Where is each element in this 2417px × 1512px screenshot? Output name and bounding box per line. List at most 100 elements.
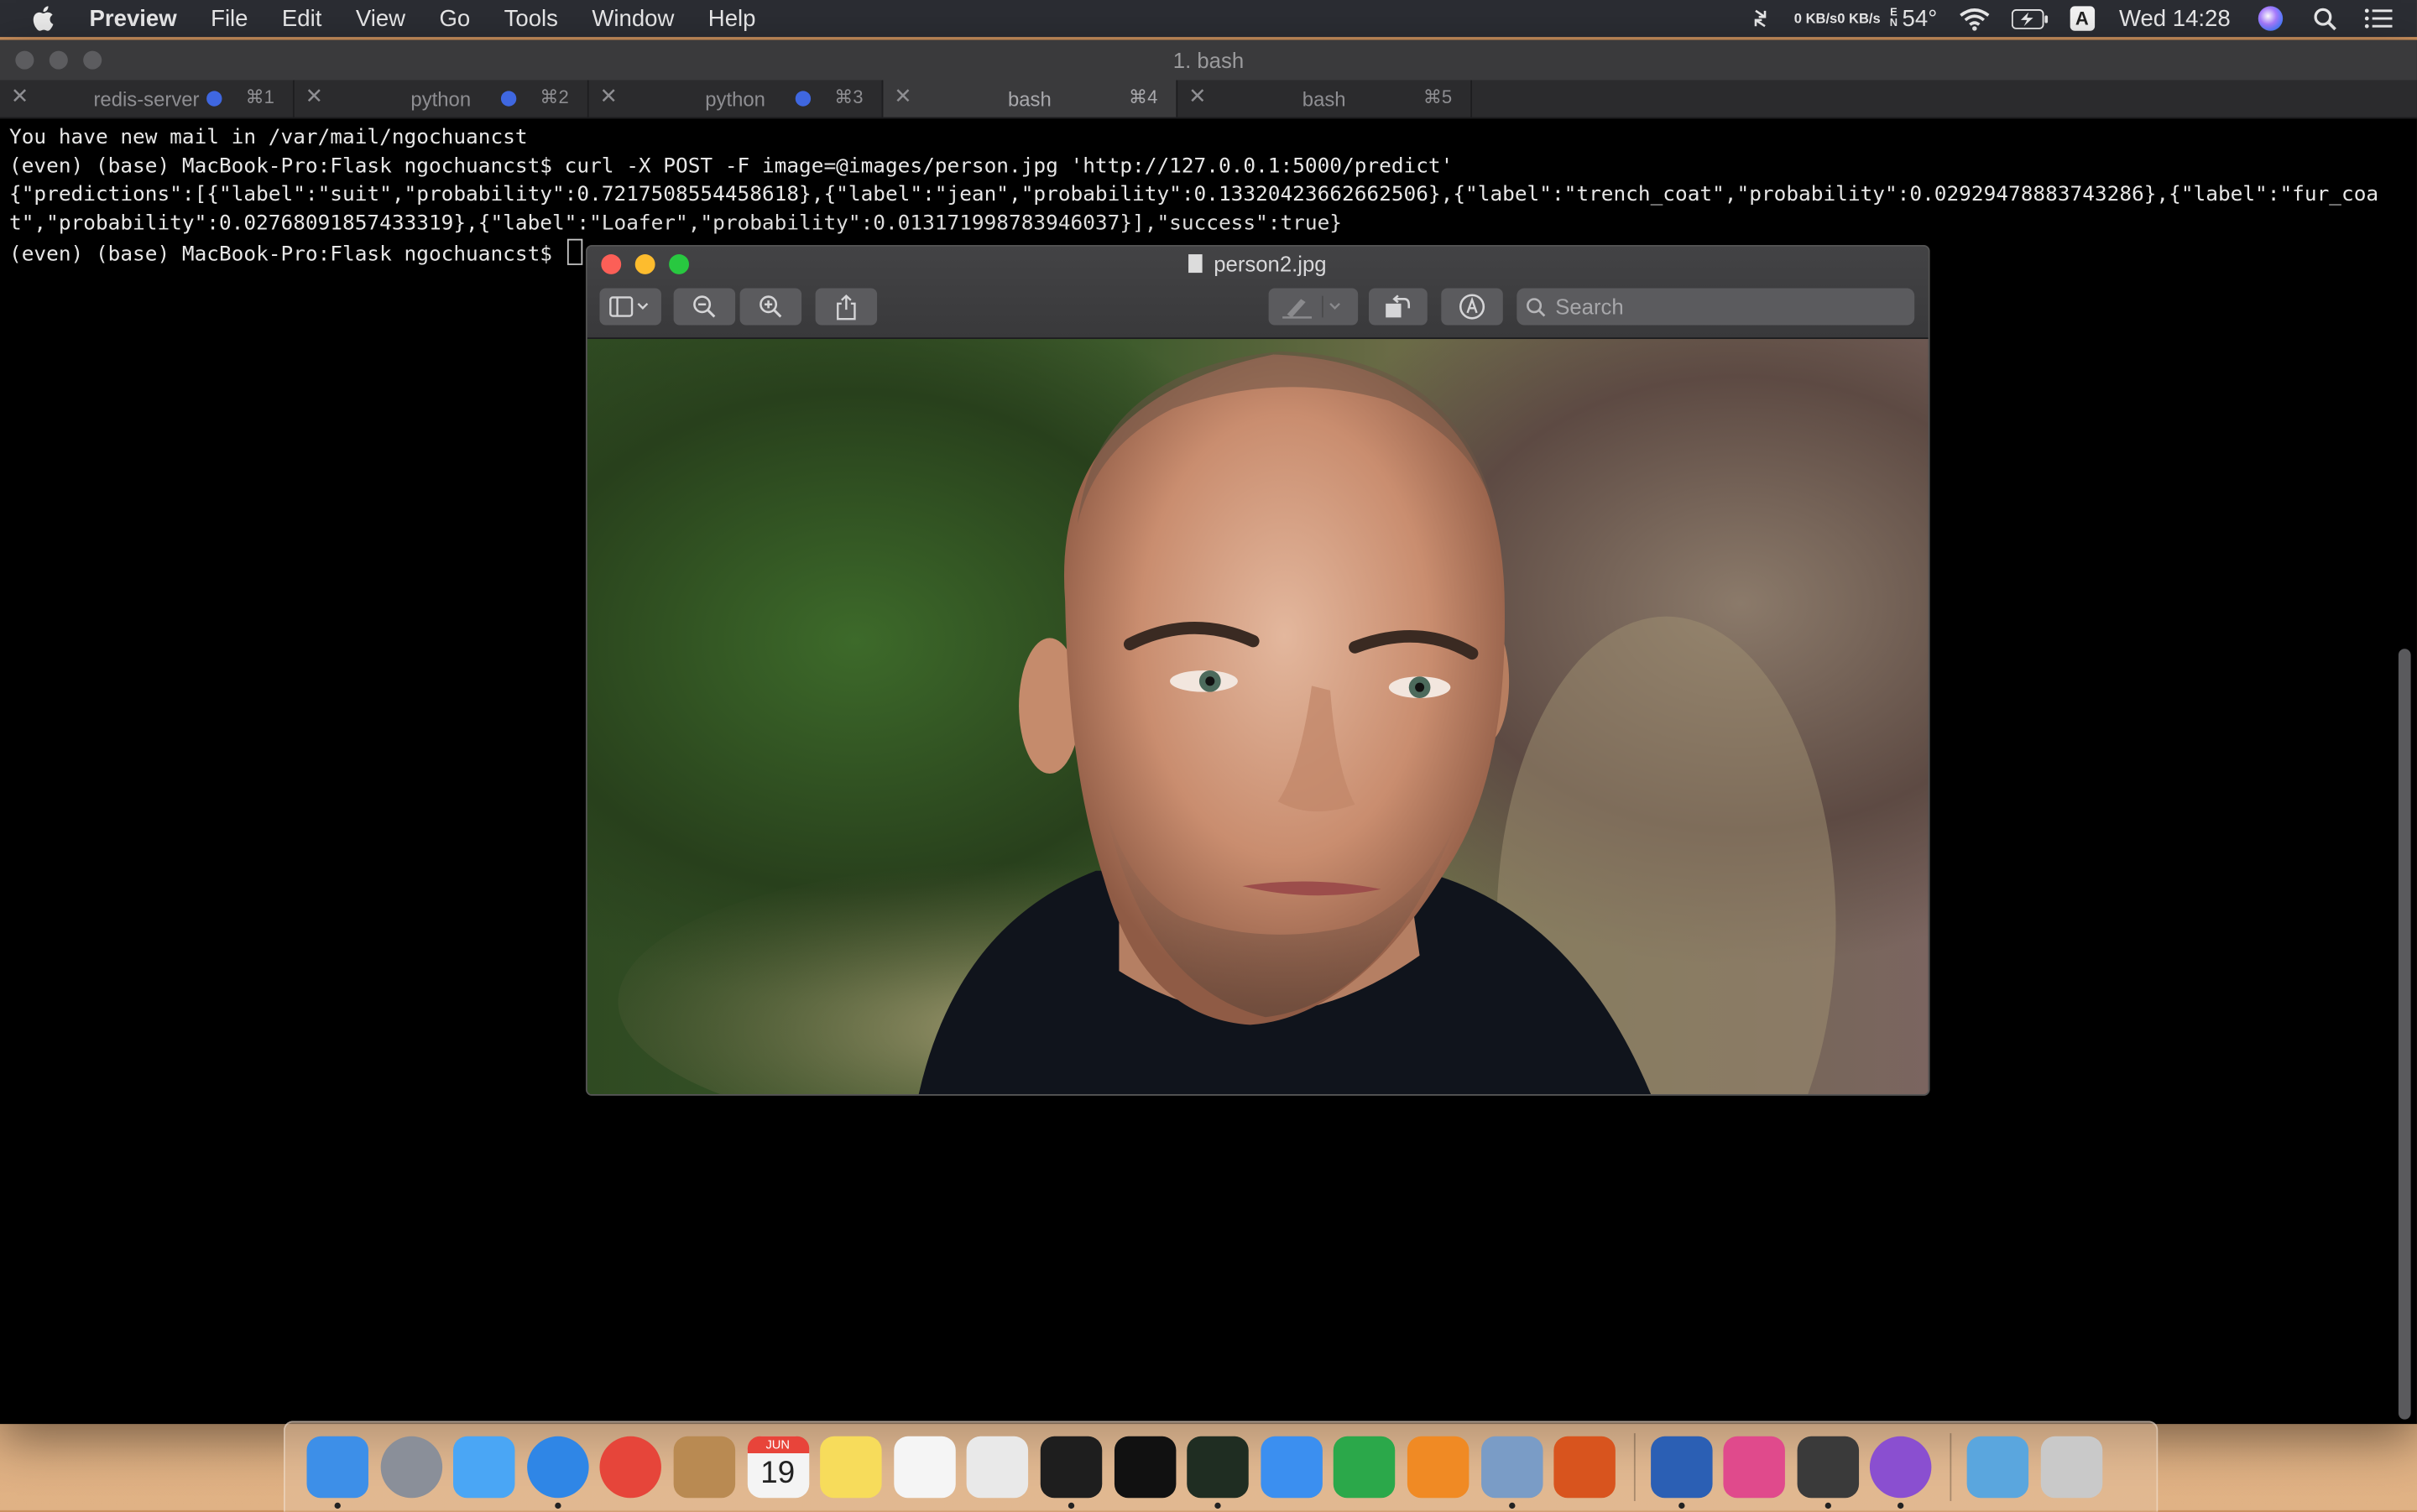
input-source-indicator[interactable]: A [2070, 6, 2095, 31]
terminal-icon[interactable] [1114, 1436, 1176, 1499]
launchpad-icon[interactable] [379, 1436, 442, 1499]
tab-activity-indicator [795, 91, 812, 107]
zoom-in-button[interactable] [739, 288, 802, 326]
matlab-icon[interactable] [1553, 1436, 1616, 1499]
share-icon [837, 294, 856, 320]
terminal-zoom-button[interactable] [83, 50, 102, 70]
markup-toolbar-button[interactable] [1441, 288, 1503, 326]
terminal-titlebar[interactable]: 1. bash [0, 39, 2417, 81]
running-indicator [1214, 1502, 1221, 1509]
iterm-icon[interactable] [1040, 1436, 1103, 1509]
rotate-icon [1386, 295, 1411, 318]
safari-icon[interactable] [526, 1436, 589, 1509]
menu-edit[interactable]: Edit [282, 5, 321, 31]
tab-shortcut: ⌘4 [1129, 86, 1158, 108]
preview-title: person2.jpg [587, 251, 1929, 276]
menu-file[interactable]: File [211, 5, 248, 31]
finder-icon[interactable] [306, 1436, 368, 1509]
contacts-icon[interactable] [673, 1436, 736, 1499]
tab-shortcut: ⌘3 [834, 86, 864, 108]
word-icon[interactable] [1650, 1436, 1712, 1509]
calendar-month: JUN [746, 1436, 809, 1454]
terminal-tab-5[interactable]: ✕ bash ⌘5 [1177, 80, 1473, 117]
terminal-line-mail: You have new mail in /var/mail/ngochuanc… [9, 126, 528, 150]
tab-activity-indicator [206, 91, 222, 107]
terminal-line-response: {"predictions":[{"label":"suit","probabi… [9, 183, 2379, 236]
notes-icon[interactable] [820, 1436, 882, 1499]
temp-flag-top: E [1890, 8, 1898, 19]
share-button[interactable] [815, 288, 878, 326]
dock-separator [1633, 1433, 1636, 1501]
temp-flag-bottom: N [1889, 18, 1898, 29]
terminal-tab-2[interactable]: ✕ python ⌘2 [295, 80, 589, 117]
tab-shortcut: ⌘2 [540, 86, 569, 108]
trash-icon[interactable] [2040, 1436, 2102, 1499]
portrait-photo[interactable] [587, 339, 1929, 1095]
sync-icon[interactable] [1751, 8, 1769, 29]
zoom-in-icon [760, 295, 782, 318]
running-indicator [1824, 1502, 1831, 1509]
temperature-widget[interactable]: E N 54° [1890, 5, 1937, 31]
markup-highlight-button[interactable] [1268, 288, 1359, 326]
terminal-title: 1. bash [1172, 47, 1245, 73]
github-desktop-icon[interactable] [1870, 1436, 1933, 1509]
rotate-button[interactable] [1368, 288, 1428, 326]
dock-separator [1950, 1433, 1952, 1501]
messages-icon[interactable] [453, 1436, 515, 1499]
tab-shortcut: ⌘5 [1423, 86, 1453, 108]
battery-charging-icon[interactable] [2011, 8, 2048, 29]
highlighter-icon [1282, 295, 1340, 319]
tab-shortcut: ⌘1 [245, 86, 274, 108]
search-placeholder: Search [1555, 294, 1624, 320]
wifi-icon[interactable] [1959, 7, 1990, 30]
menu-view[interactable]: View [356, 5, 405, 31]
menu-window[interactable]: Window [592, 5, 674, 31]
terminal-tab-bar: ✕ redis-server ⌘1 ✕ python ⌘2 ✕ python ⌘… [0, 80, 2417, 119]
keynote-icon[interactable] [1260, 1436, 1323, 1499]
numbers-icon[interactable] [1334, 1436, 1396, 1499]
pink-app-icon[interactable] [1723, 1436, 1786, 1499]
pages-icon[interactable] [1407, 1436, 1470, 1499]
running-indicator [1068, 1502, 1075, 1509]
network-speed[interactable]: 0 KB/s 0 KB/s [1793, 9, 1881, 26]
menu-go[interactable]: Go [439, 5, 470, 31]
menu-help[interactable]: Help [708, 5, 756, 31]
notification-center-icon[interactable] [2364, 8, 2393, 29]
terminal-close-button[interactable] [15, 50, 34, 70]
preview-window: person2.jpg Search [585, 245, 1930, 1096]
preview-icon[interactable] [1480, 1436, 1543, 1509]
search-field[interactable]: Search [1516, 288, 1915, 326]
running-indicator [1898, 1502, 1905, 1509]
net-download: 0 KB/s [1837, 9, 1881, 26]
siri-icon[interactable] [2258, 6, 2284, 31]
terminal-minimize-button[interactable] [49, 50, 68, 70]
downloads-folder-icon[interactable] [1966, 1436, 2029, 1499]
running-indicator [1508, 1502, 1515, 1509]
portrait-image [618, 351, 1836, 1095]
search-icon [1527, 297, 1546, 316]
terminal-scrollbar[interactable] [2398, 649, 2411, 1420]
terminal-tab-3[interactable]: ✕ python ⌘3 [589, 80, 884, 117]
sidebar-toggle-button[interactable] [599, 288, 661, 326]
textedit-icon[interactable] [967, 1436, 1029, 1499]
calendar-icon[interactable]: JUN 19 [746, 1436, 809, 1499]
spotlight-search-icon[interactable] [2314, 7, 2337, 30]
document-icon [1188, 254, 1203, 274]
terminal-tab-1[interactable]: ✕ redis-server ⌘1 [0, 80, 295, 117]
zoom-out-button[interactable] [673, 288, 736, 326]
terminal-tab-4[interactable]: ✕ bash ⌘4 [883, 80, 1178, 117]
sidebar-icon [609, 296, 649, 317]
menu-app-name[interactable]: Preview [90, 5, 177, 31]
activity-monitor-icon[interactable] [1187, 1436, 1249, 1509]
reminders-icon[interactable] [893, 1436, 956, 1499]
chrome-icon[interactable] [600, 1436, 662, 1499]
net-upload: 0 KB/s [1793, 9, 1838, 26]
menu-tools[interactable]: Tools [504, 5, 558, 31]
apple-menu-icon[interactable] [31, 5, 62, 33]
sublime-text-icon[interactable] [1797, 1436, 1859, 1509]
menu-clock[interactable]: Wed 14:28 [2119, 5, 2231, 31]
running-indicator [554, 1502, 561, 1509]
calendar-day: 19 [760, 1456, 796, 1491]
input-source-letter: A [2070, 6, 2095, 31]
terminal-cursor [567, 238, 583, 265]
